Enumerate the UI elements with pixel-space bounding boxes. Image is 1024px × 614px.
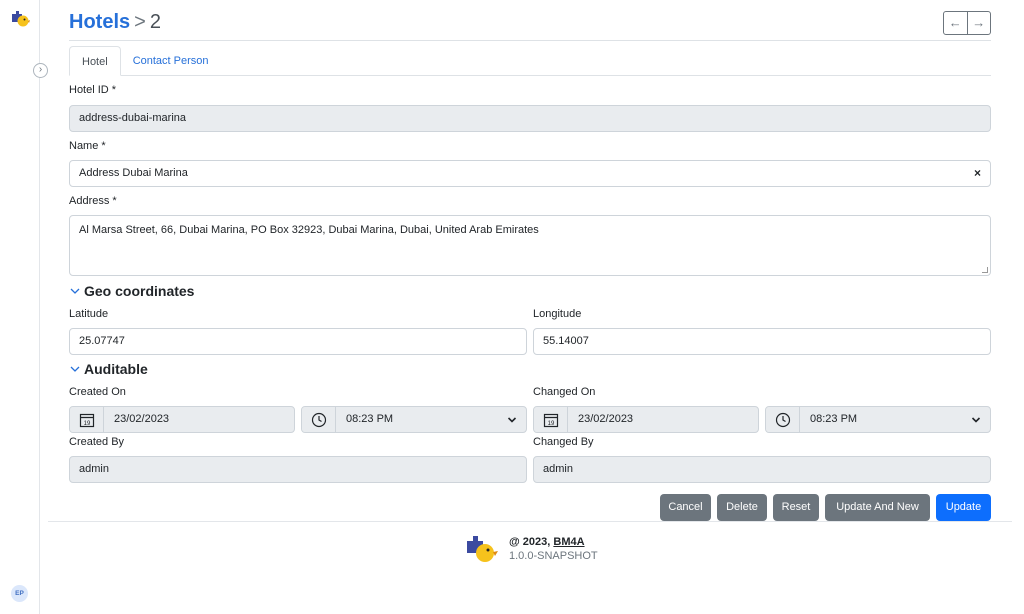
footer-copyright: @ 2023, — [509, 536, 551, 548]
chevron-down-icon — [70, 288, 80, 294]
tab-hotel[interactable]: Hotel — [69, 46, 121, 76]
latitude-field[interactable]: 25.07747 — [69, 328, 527, 355]
created-on-date: 23/02/2023 — [114, 413, 170, 425]
created-on-time-select[interactable]: 08:23 PM — [301, 406, 527, 433]
auditable-section-header[interactable]: Auditable — [69, 361, 148, 377]
address-textarea[interactable]: Al Marsa Street, 66, Dubai Marina, PO Bo… — [69, 215, 991, 276]
arrow-left-icon[interactable]: ← — [944, 12, 968, 34]
geo-section-title: Geo coordinates — [84, 283, 195, 299]
chevron-down-icon[interactable] — [962, 407, 990, 432]
hotel-id-label: Hotel ID * — [69, 84, 117, 96]
footer-text: @ 2023, BM4A 1.0.0-SNAPSHOT — [509, 535, 598, 563]
geo-section-header[interactable]: Geo coordinates — [69, 283, 194, 299]
calendar-day: 19 — [547, 420, 554, 426]
created-by-label: Created By — [69, 436, 125, 448]
changed-on-label: Changed On — [533, 386, 596, 398]
clock-icon — [302, 407, 336, 432]
update-button[interactable]: Update — [936, 494, 991, 521]
tab-bar: Hotel Contact Person — [69, 46, 991, 76]
changed-on-date-field[interactable]: 19 23/02/2023 — [533, 406, 759, 433]
clear-icon[interactable]: × — [974, 161, 981, 186]
resize-handle-icon[interactable] — [982, 267, 988, 273]
changed-by-label: Changed By — [533, 436, 594, 448]
bm4a-logo-icon — [467, 536, 498, 562]
changed-on-date: 23/02/2023 — [578, 413, 634, 425]
record-nav: ← → — [943, 11, 991, 35]
user-avatar[interactable]: EP — [11, 585, 28, 602]
main-content: Hotels >2 ← → Hotel Contact Person Hotel … — [48, 0, 1012, 614]
reset-button[interactable]: Reset — [773, 494, 819, 521]
chevron-right-icon: › — [38, 64, 43, 75]
delete-button[interactable]: Delete — [717, 494, 767, 521]
footer-divider — [48, 521, 1012, 522]
created-on-label: Created On — [69, 386, 126, 398]
calendar-icon: 19 — [534, 407, 568, 432]
changed-on-time: 08:23 PM — [810, 413, 858, 425]
breadcrumb-separator: > — [134, 11, 146, 33]
cancel-button[interactable]: Cancel — [660, 494, 711, 521]
tab-contact-person[interactable]: Contact Person — [121, 46, 221, 76]
auditable-section-title: Auditable — [84, 361, 148, 377]
sidebar: › EP — [0, 0, 48, 614]
name-value: Address Dubai Marina — [79, 167, 188, 179]
latitude-label: Latitude — [69, 308, 109, 320]
page-header: Hotels >2 ← → — [69, 8, 991, 41]
address-value: Al Marsa Street, 66, Dubai Marina, PO Bo… — [79, 224, 539, 236]
name-field[interactable]: Address Dubai Marina × — [69, 160, 991, 187]
update-and-new-button[interactable]: Update And New — [825, 494, 930, 521]
changed-on-time-select[interactable]: 08:23 PM — [765, 406, 991, 433]
address-label: Address * — [69, 195, 117, 207]
longitude-label: Longitude — [533, 308, 582, 320]
breadcrumb-current: 2 — [149, 11, 161, 33]
name-label: Name * — [69, 140, 106, 152]
app-logo-icon[interactable] — [10, 9, 30, 29]
calendar-icon: 19 — [70, 407, 104, 432]
chevron-down-icon — [70, 366, 80, 372]
breadcrumb-hotels-link[interactable]: Hotels — [69, 11, 130, 33]
arrow-right-icon[interactable]: → — [968, 12, 991, 34]
created-on-time: 08:23 PM — [346, 413, 394, 425]
chevron-down-icon[interactable] — [498, 407, 526, 432]
created-by-field[interactable]: admin — [69, 456, 527, 483]
changed-by-field[interactable]: admin — [533, 456, 991, 483]
longitude-field[interactable]: 55.14007 — [533, 328, 991, 355]
hotel-id-field[interactable]: address-dubai-marina — [69, 105, 991, 132]
calendar-day: 19 — [83, 420, 90, 426]
clock-icon — [766, 407, 800, 432]
footer-version: 1.0.0-SNAPSHOT — [509, 550, 598, 562]
footer-brand-link[interactable]: BM4A — [553, 536, 584, 548]
created-on-date-field[interactable]: 19 23/02/2023 — [69, 406, 295, 433]
sidebar-expand-button[interactable]: › — [33, 63, 48, 78]
breadcrumb: Hotels >2 — [69, 8, 991, 36]
